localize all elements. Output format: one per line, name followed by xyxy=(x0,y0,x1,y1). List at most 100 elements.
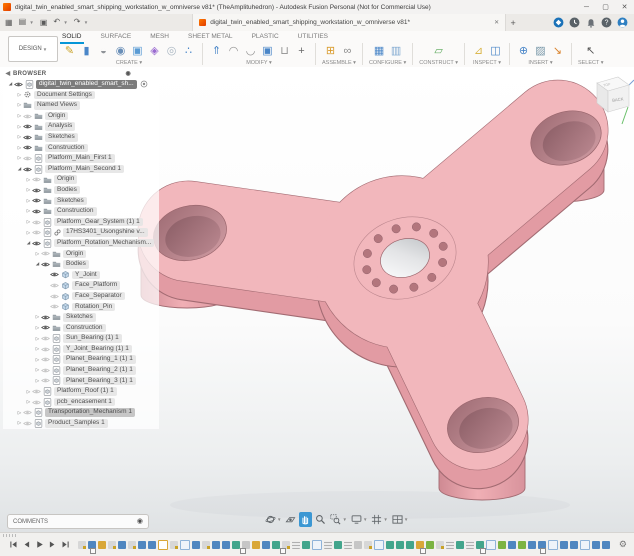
collapse-arrow-icon[interactable]: ◢ xyxy=(16,166,23,172)
timeline-feature-extrude[interactable] xyxy=(528,541,536,549)
press-pull-icon[interactable]: ⇑ xyxy=(209,44,224,59)
collapse-panel-icon[interactable]: ◀ xyxy=(3,70,13,77)
expand-arrow-icon[interactable]: ▷ xyxy=(25,198,32,204)
expand-arrow-icon[interactable]: ▷ xyxy=(34,314,41,320)
timeline-feature-parameter[interactable] xyxy=(344,541,352,549)
timeline-feature-joint[interactable] xyxy=(396,541,404,549)
timeline-feature-sketch[interactable] xyxy=(170,541,178,549)
go-to-start-button[interactable] xyxy=(8,540,18,550)
tree-item-label[interactable]: Origin xyxy=(45,112,68,121)
timeline-feature-parameter[interactable] xyxy=(466,541,474,549)
timeline-feature-construction-plane[interactable] xyxy=(548,540,558,550)
timeline-feature-sketch[interactable] xyxy=(364,541,372,549)
visibility-off-eye-icon[interactable] xyxy=(41,346,50,353)
file-menu-icon[interactable]: ▤ ▼ xyxy=(19,17,34,28)
visibility-off-eye-icon[interactable] xyxy=(32,176,41,183)
expand-arrow-icon[interactable]: ▷ xyxy=(16,92,23,98)
play-button[interactable] xyxy=(34,540,44,550)
tree-item-label[interactable]: Y_Joint xyxy=(72,271,100,280)
tree-item-label[interactable]: Platform_Roof (1) 1 xyxy=(54,387,117,396)
visibility-off-eye-icon[interactable] xyxy=(41,335,50,342)
tree-item-bodies[interactable]: ▷Bodies xyxy=(3,185,159,196)
timeline-feature-construction-plane[interactable] xyxy=(486,540,496,550)
timeline-feature-circular-pattern[interactable] xyxy=(158,540,168,550)
expand-arrow-icon[interactable]: ▷ xyxy=(16,113,23,119)
expand-arrow-icon[interactable]: ▷ xyxy=(25,219,32,225)
tree-item-origin[interactable]: ▷Origin xyxy=(3,174,159,185)
tree-item-label[interactable]: Origin xyxy=(63,250,86,259)
timeline-feature-joint[interactable] xyxy=(272,541,280,549)
group-label-insert[interactable]: INSERT ▾ xyxy=(528,60,552,66)
timeline-grip[interactable] xyxy=(3,534,17,537)
visibility-on-eye-icon[interactable] xyxy=(32,240,41,247)
timeline-feature-joint[interactable] xyxy=(232,541,240,549)
tree-item-analysis[interactable]: ▷Analysis xyxy=(3,121,159,132)
undo-icon[interactable]: ↶ ▼ xyxy=(53,17,67,28)
expand-arrow-icon[interactable]: ▷ xyxy=(16,145,23,151)
expand-arrow-icon[interactable]: ▷ xyxy=(34,336,41,342)
tree-item-face-separator[interactable]: Face_Separator xyxy=(3,291,159,302)
tree-item-planet-bearing-2-1-1[interactable]: ▷Planet_Bearing_2 (1) 1 xyxy=(3,365,159,376)
tree-item-planet-bearing-1-1-1[interactable]: ▷Planet_Bearing_1 (1) 1 xyxy=(3,354,159,365)
timeline-feature-extrude[interactable] xyxy=(508,541,516,549)
sphere-primitive-icon[interactable]: ◎ xyxy=(164,44,179,59)
expand-arrow-icon[interactable]: ▷ xyxy=(34,357,41,363)
timeline-feature-joint[interactable] xyxy=(386,541,394,549)
timeline-feature-feature[interactable] xyxy=(98,541,106,549)
tree-item-bodies[interactable]: ◢Bodies xyxy=(3,259,159,270)
visibility-off-eye-icon[interactable] xyxy=(50,293,59,300)
visibility-off-eye-icon[interactable] xyxy=(41,377,50,384)
close-button[interactable]: ✕ xyxy=(615,1,634,14)
grid-snaps-tool[interactable]: ▼ xyxy=(370,512,388,527)
group-label-assemble[interactable]: ASSEMBLE ▾ xyxy=(322,60,356,66)
expand-arrow-icon[interactable]: ▷ xyxy=(16,420,23,426)
visibility-off-eye-icon[interactable] xyxy=(50,282,59,289)
timeline-feature-extrude[interactable] xyxy=(118,541,126,549)
tree-item-label[interactable]: Rotation_Pin xyxy=(72,303,115,312)
timeline-feature-joint[interactable] xyxy=(302,541,310,549)
expand-arrow-icon[interactable]: ▷ xyxy=(34,251,41,257)
browser-options-icon[interactable]: ◉ xyxy=(125,70,131,77)
tree-item-label[interactable]: Document Settings xyxy=(34,91,95,100)
activate-component-radio[interactable] xyxy=(140,80,148,88)
tree-item-named-views[interactable]: ▷Named Views xyxy=(3,100,159,111)
timeline-feature-construction-plane[interactable] xyxy=(374,540,384,550)
tree-item-y-joint-bearing-1-1[interactable]: ▷Y_Joint_Bearing (1) 1 xyxy=(3,344,159,355)
visibility-off-eye-icon[interactable] xyxy=(32,399,41,406)
tree-item-platform-main-first-1[interactable]: ▷Platform_Main_First 1 xyxy=(3,153,159,164)
timeline-feature-joint[interactable] xyxy=(334,541,342,549)
group-label-create[interactable]: CREATE ▾ xyxy=(116,60,142,66)
minimize-button[interactable]: ─ xyxy=(577,1,596,14)
pan-tool[interactable] xyxy=(299,512,312,527)
tree-item-label[interactable]: Face_Separator xyxy=(72,292,125,301)
tree-item-origin[interactable]: ▷ Origin xyxy=(3,111,159,122)
expand-arrow-icon[interactable]: ▷ xyxy=(25,187,32,193)
timeline-feature-feature[interactable] xyxy=(252,541,260,549)
window-zoom-tool[interactable]: ▼ xyxy=(329,512,347,527)
collapse-arrow-icon[interactable]: ◢ xyxy=(7,81,14,87)
timeline-feature-extrude[interactable] xyxy=(560,541,568,549)
tree-item-sketches[interactable]: ▷ Sketches xyxy=(3,132,159,143)
tree-item-label[interactable]: Planet_Bearing_3 (1) 1 xyxy=(63,377,136,386)
workspace-switcher[interactable]: DESIGN ▼ xyxy=(8,36,58,62)
expand-arrow-icon[interactable]: ▷ xyxy=(16,124,23,130)
maximize-button[interactable]: ▢ xyxy=(596,1,615,14)
tree-item-platform-gear-system-1-1[interactable]: ▷Platform_Gear_System (1) 1 xyxy=(3,217,159,228)
expand-arrow-icon[interactable]: ▷ xyxy=(16,134,23,140)
generative-design-icon[interactable]: ◈ xyxy=(147,44,162,59)
display-settings-tool[interactable]: ▼ xyxy=(350,512,368,527)
new-component-icon[interactable]: ⊞ xyxy=(323,44,338,59)
timeline-group-marker[interactable] xyxy=(280,548,286,554)
tree-item-construction[interactable]: ▷Construction xyxy=(3,206,159,217)
visibility-on-eye-icon[interactable] xyxy=(32,208,41,215)
tree-item-label[interactable]: Named Views xyxy=(34,101,80,110)
expand-arrow-icon[interactable]: ▷ xyxy=(25,208,32,214)
expand-arrow-icon[interactable]: ▷ xyxy=(34,378,41,384)
visibility-off-eye-icon[interactable] xyxy=(32,388,41,395)
form-icon[interactable]: ◒ xyxy=(96,44,111,59)
visibility-off-eye-icon[interactable] xyxy=(41,356,50,363)
timeline-settings-icon[interactable]: ⚙ xyxy=(619,539,627,550)
tree-item-label[interactable]: Sketches xyxy=(45,133,78,142)
tree-item-document-settings[interactable]: ▷ Document Settings xyxy=(3,90,159,101)
visibility-on-eye-icon[interactable] xyxy=(23,134,32,141)
